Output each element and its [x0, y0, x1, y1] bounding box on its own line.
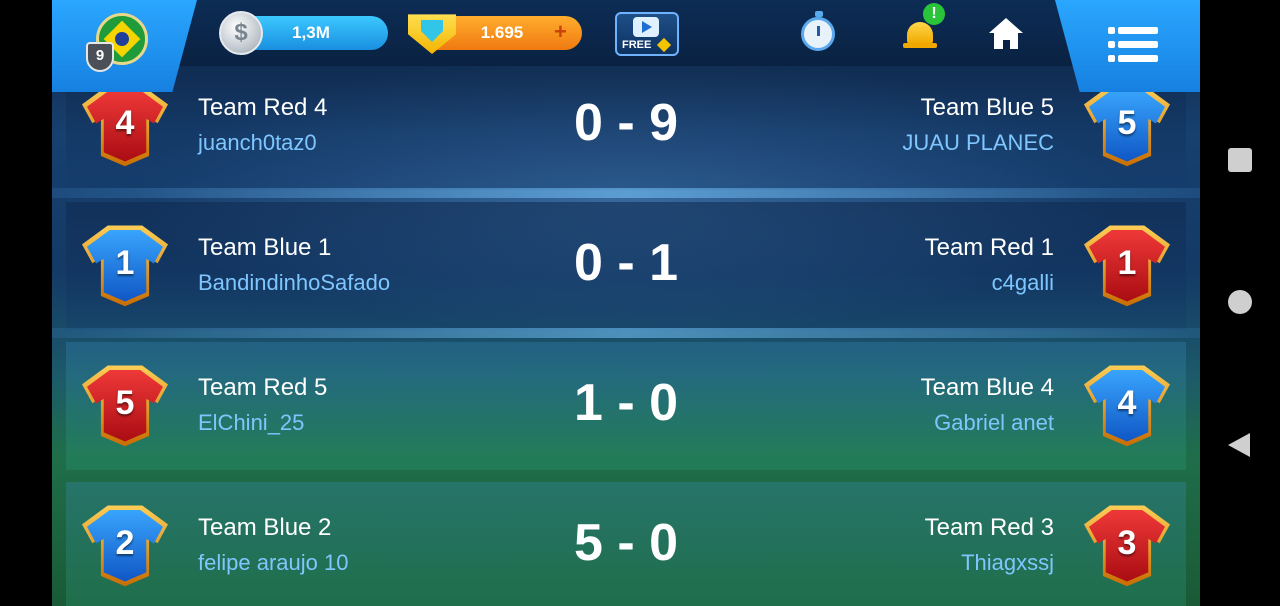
home-nav-icon[interactable] [1226, 288, 1254, 316]
play-icon [633, 17, 659, 37]
home-team-name: Team Blue 2 [198, 514, 332, 541]
away-shirt-icon: 5 [1084, 82, 1170, 168]
away-shirt-icon: 1 [1084, 222, 1170, 308]
match-score: 0 - 1 [573, 234, 679, 292]
free-label: FREE [622, 39, 652, 51]
menu-list-icon[interactable] [1108, 27, 1158, 63]
match-score: 1 - 0 [573, 374, 679, 432]
away-shirt-number: 5 [1117, 104, 1137, 142]
home-team-name: Team Blue 1 [198, 234, 332, 261]
home-player-name[interactable]: felipe araujo 10 [198, 550, 348, 576]
home-player-name[interactable]: juanch0taz0 [198, 130, 317, 156]
stopwatch-icon[interactable] [801, 11, 835, 51]
notification-badge: ! [923, 3, 945, 25]
away-shirt-icon: 4 [1084, 362, 1170, 448]
home-shirt-number: 2 [115, 524, 135, 562]
level-shield-icon: 9 [86, 42, 114, 72]
match-score: 5 - 0 [573, 514, 679, 572]
back-icon[interactable] [1226, 431, 1254, 459]
home-shirt-number: 4 [115, 104, 135, 142]
away-team-name: Team Blue 5 [920, 94, 1054, 121]
home-player-name[interactable]: BandindinhoSafado [198, 270, 390, 296]
home-shirt-icon: 5 [82, 362, 168, 448]
system-navigation-bar [1200, 0, 1280, 606]
away-team-name: Team Red 1 [924, 234, 1054, 261]
free-video-button[interactable]: FREE [615, 12, 679, 56]
away-team-name: Team Red 3 [924, 514, 1054, 541]
away-player-name[interactable]: Thiagxssj [961, 550, 1054, 576]
away-player-name[interactable]: c4galli [992, 270, 1054, 296]
match-row[interactable]: 2 Team Blue 2 felipe araujo 10 5 - 0 Tea… [66, 482, 1186, 606]
match-score: 0 - 9 [573, 94, 679, 152]
away-shirt-number: 4 [1117, 384, 1137, 422]
home-icon[interactable] [989, 18, 1023, 50]
gem-icon [656, 37, 672, 53]
home-team-name: Team Red 5 [198, 374, 328, 401]
row-divider [52, 188, 1200, 198]
away-player-name[interactable]: Gabriel anet [934, 410, 1054, 436]
home-shirt-icon: 1 [82, 222, 168, 308]
away-team-name: Team Blue 4 [920, 374, 1054, 401]
home-team-name: Team Red 4 [198, 94, 328, 121]
match-row[interactable]: 5 Team Red 5 ElChini_25 1 - 0 Team Blue … [66, 342, 1186, 470]
game-screen: 4 Team Red 4 juanch0taz0 0 - 9 Team Blue… [52, 0, 1200, 606]
away-shirt-number: 3 [1117, 524, 1137, 562]
away-player-name[interactable]: JUAU PLANEC [902, 130, 1054, 156]
row-divider [52, 328, 1200, 338]
home-shirt-icon: 4 [82, 82, 168, 168]
home-shirt-number: 5 [115, 384, 135, 422]
match-row[interactable]: 1 Team Blue 1 BandindinhoSafado 0 - 1 Te… [66, 202, 1186, 330]
home-shirt-number: 1 [115, 244, 135, 282]
add-gems-button[interactable]: + [554, 18, 567, 46]
home-player-name[interactable]: ElChini_25 [198, 410, 304, 436]
match-row[interactable]: 4 Team Red 4 juanch0taz0 0 - 9 Team Blue… [66, 62, 1186, 190]
away-shirt-icon: 3 [1084, 502, 1170, 588]
coin-icon: $ [219, 11, 263, 55]
home-shirt-icon: 2 [82, 502, 168, 588]
recents-icon[interactable] [1226, 146, 1254, 174]
away-shirt-number: 1 [1117, 244, 1137, 282]
